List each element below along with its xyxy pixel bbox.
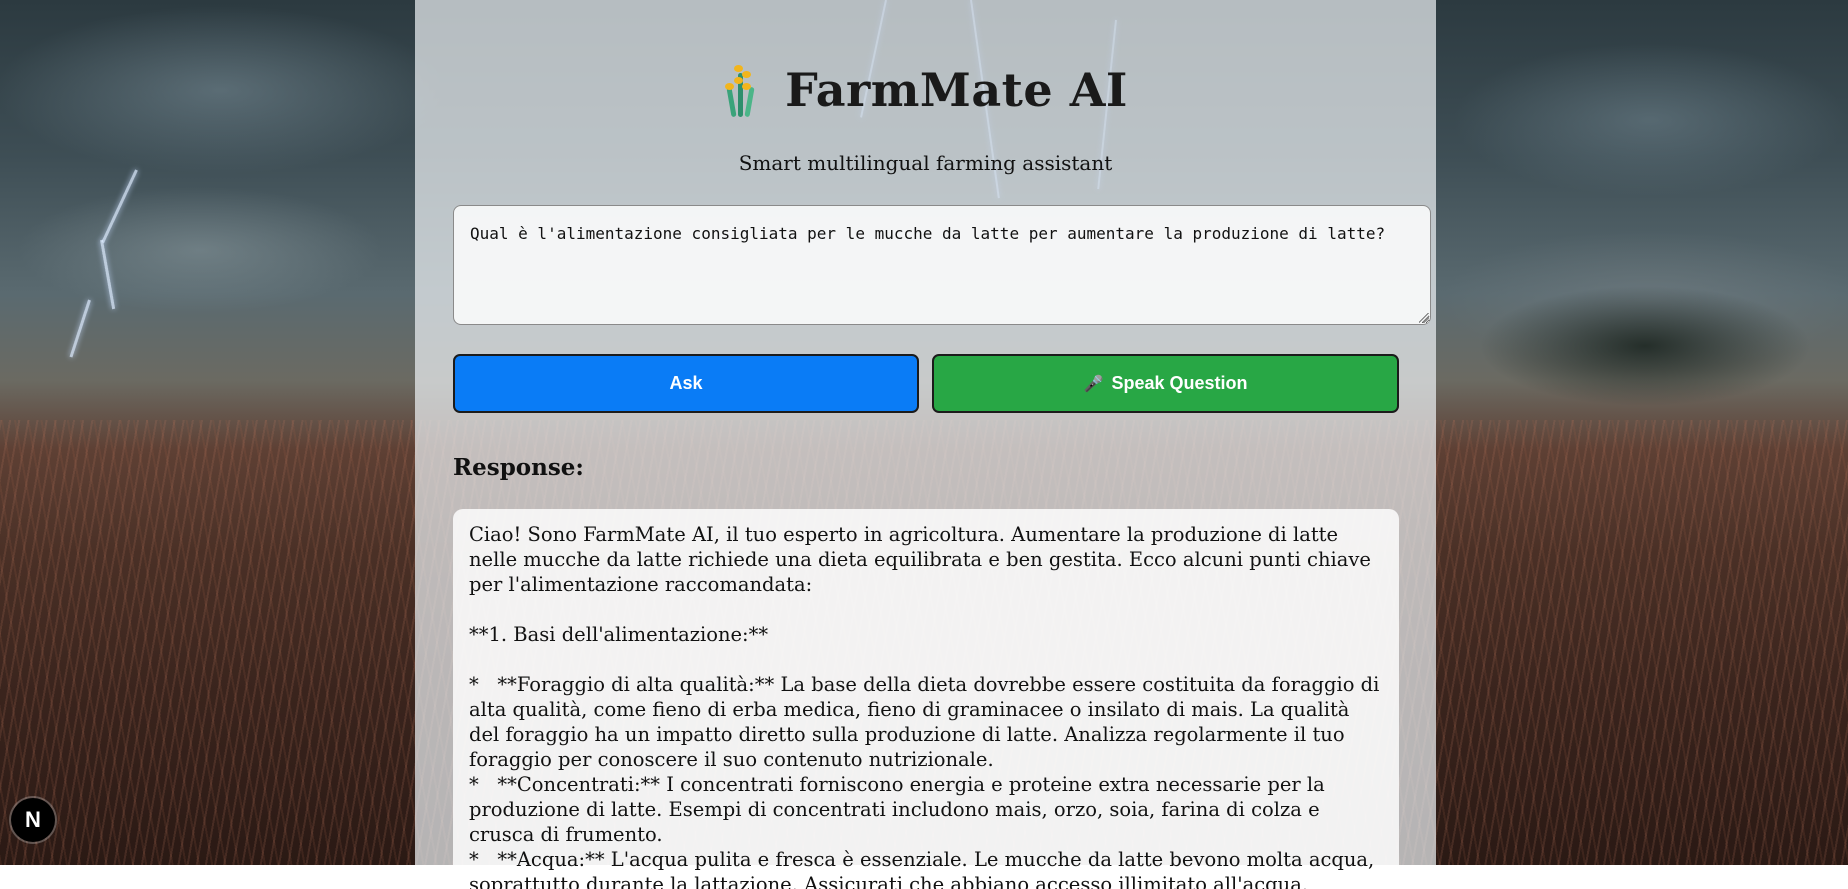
response-text: Ciao! Sono FarmMate AI, il tuo esperto i… [453,509,1399,889]
lightning-bolt [101,169,138,244]
response-heading: Response: [453,454,584,481]
nextjs-badge-letter: N [25,807,41,832]
app-subtitle: Smart multilingual farming assistant [738,151,1113,175]
resize-handle[interactable] [1419,313,1429,323]
background-trees [1440,250,1848,410]
lightning-bolt [69,299,91,358]
question-input[interactable] [453,205,1431,325]
speak-button-label: Speak Question [1111,373,1248,393]
ask-button-label: Ask [669,373,703,393]
main-panel: FarmMate AI Smart multilingual farming a… [415,0,1436,889]
nextjs-icon[interactable]: N [11,798,55,842]
lightning-bolt [100,239,116,310]
microphone-icon: 🎤 [1083,375,1104,393]
speak-question-button[interactable]: 🎤 Speak Question [932,354,1399,413]
app-title: FarmMate AI [785,63,1128,117]
app-header: FarmMate AI [415,58,1436,122]
wheat-icon [723,63,759,118]
ask-button[interactable]: Ask [453,354,919,413]
